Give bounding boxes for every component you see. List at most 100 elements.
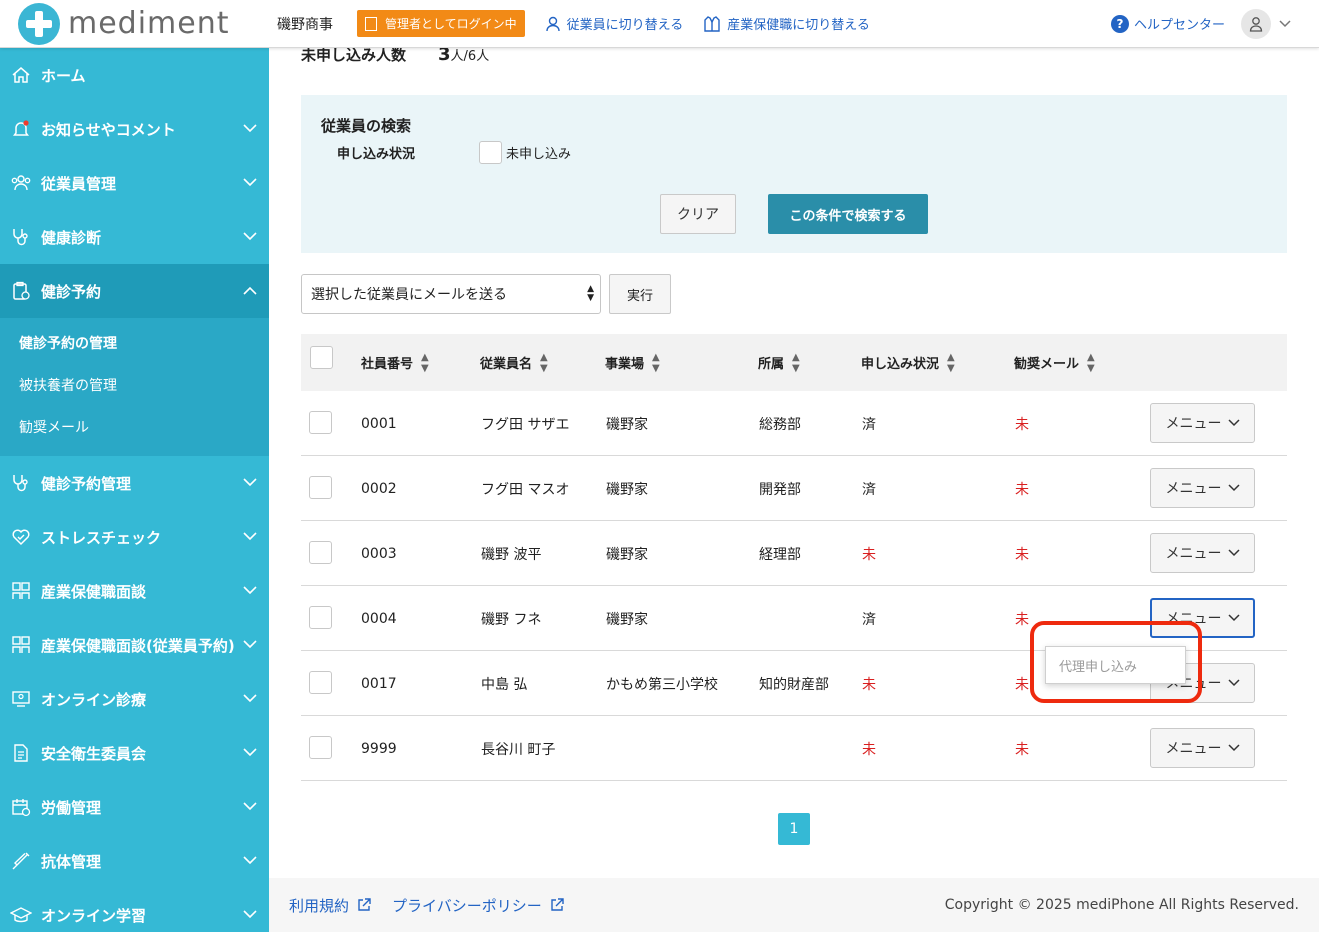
sidebar-subitem-reminder-mail[interactable]: 勧奨メール <box>0 406 269 448</box>
column-header-label: 従業員名 <box>480 357 533 372</box>
sidebar-item-health-checkup[interactable]: 健康診断 <box>0 210 269 264</box>
switch-to-employee-link[interactable]: 従業員に切り替える <box>545 14 684 33</box>
column-header-workplace[interactable]: 事業場 ▲ ▼ <box>605 334 660 391</box>
search-title: 従業員の検索 <box>321 117 412 135</box>
clear-button[interactable]: クリア <box>660 194 736 234</box>
column-header-label: 所属 <box>758 357 785 372</box>
user-menu-chevron-icon[interactable] <box>1279 19 1291 28</box>
sidebar-item-checkup-reservation[interactable]: 健診予約 <box>0 264 269 318</box>
cell-employee-name: 磯野 波平 <box>481 546 542 563</box>
menu-button-label: メニュー <box>1165 546 1222 562</box>
help-center-link[interactable]: ? ヘルプセンター <box>1110 14 1225 33</box>
switch-to-occupational-link[interactable]: 産業保健職に切り替える <box>703 14 870 33</box>
row-menu-button[interactable]: メニュー <box>1150 403 1255 443</box>
chevron-down-icon <box>243 640 257 649</box>
cell-application-status: 済 <box>862 481 876 498</box>
building-icon <box>365 16 377 31</box>
select-all-checkbox[interactable] <box>310 346 333 369</box>
cell-department: 開発部 <box>759 481 801 498</box>
chevron-down-icon <box>1227 679 1240 687</box>
sidebar-item-label: お知らせやコメント <box>41 120 176 139</box>
cell-department: 知的財産部 <box>759 676 829 693</box>
table-row: 9999 長谷川 町子 未 未 メニュー <box>301 716 1287 781</box>
sidebar-subitem-dependents[interactable]: 被扶養者の管理 <box>0 364 269 406</box>
menu-button-label: メニュー <box>1165 741 1222 757</box>
unapplied-checkbox[interactable] <box>479 141 502 164</box>
switch-employee-label: 従業員に切り替える <box>566 18 684 33</box>
sidebar-item-online-consultation[interactable]: オンライン診療 <box>0 672 269 726</box>
monitor-icon <box>10 688 32 710</box>
sidebar-item-labor-management[interactable]: 労働管理 <box>0 780 269 834</box>
chevron-down-icon <box>243 694 257 703</box>
column-header-employee-name[interactable]: 従業員名 ▲ ▼ <box>480 334 548 391</box>
row-menu-button[interactable]: メニュー <box>1150 533 1255 573</box>
sidebar-item-online-learning[interactable]: オンライン学習 <box>0 888 269 932</box>
chevron-down-icon <box>243 232 257 241</box>
stethoscope-icon <box>10 472 32 494</box>
row-menu-button[interactable]: メニュー <box>1150 468 1255 508</box>
sort-icon[interactable]: ▲ ▼ <box>421 352 429 374</box>
row-checkbox[interactable] <box>309 476 332 499</box>
unapplied-filter[interactable]: 未申し込み <box>479 141 571 164</box>
bulk-action-select[interactable]: 選択した従業員にメールを送る ▲ ▼ <box>301 274 601 314</box>
admin-login-badge: 管理者としてログイン中 <box>357 10 525 37</box>
sidebar-item-notifications[interactable]: お知らせやコメント <box>0 102 269 156</box>
column-header-application-status[interactable]: 申し込み状況 ▲ ▼ <box>861 334 955 391</box>
sort-icon[interactable]: ▲ ▼ <box>652 352 660 374</box>
sidebar-item-label: 健康診断 <box>41 228 102 247</box>
terms-link[interactable]: 利用規約 <box>289 895 371 916</box>
heart-icon <box>10 526 32 548</box>
sidebar-item-stress-check[interactable]: ストレスチェック <box>0 510 269 564</box>
cell-employee-number: 0017 <box>361 675 397 692</box>
cell-workplace: 磯野家 <box>606 611 648 628</box>
menu-button-label: メニュー <box>1165 481 1222 497</box>
user-avatar[interactable] <box>1241 8 1271 39</box>
column-header-employee-number[interactable]: 社員番号 ▲ ▼ <box>361 334 429 391</box>
cell-workplace: 磯野家 <box>606 481 648 498</box>
row-checkbox[interactable] <box>309 671 332 694</box>
row-checkbox[interactable] <box>309 411 332 434</box>
sidebar-item-safety-committee[interactable]: 安全衛生委員会 <box>0 726 269 780</box>
employee-table: 社員番号 ▲ ▼ 従業員名 ▲ ▼ 事業場 ▲ ▼ 所属 ▲ ▼ 申し込み状況 ▲ ▼ 勧奨メール ▲… <box>301 334 1287 781</box>
sidebar-item-label: 労働管理 <box>41 798 102 817</box>
sidebar-item-label: 健診予約 <box>41 282 102 301</box>
external-link-icon <box>551 898 564 911</box>
application-status-label: 申し込み状況 <box>337 147 416 162</box>
annotation-highlight <box>1030 621 1202 703</box>
row-menu-button[interactable]: メニュー <box>1150 728 1255 768</box>
row-checkbox[interactable] <box>309 606 332 629</box>
sidebar-item-reservation-admin[interactable]: 健診予約管理 <box>0 456 269 510</box>
sidebar-item-antibody-management[interactable]: 抗体管理 <box>0 834 269 888</box>
search-submit-button[interactable]: この条件で検索する <box>768 194 928 234</box>
sidebar-item-home[interactable]: ホーム <box>0 48 269 102</box>
cell-reminder-mail: 未 <box>1015 481 1029 498</box>
row-checkbox[interactable] <box>309 736 332 759</box>
chevron-down-icon <box>243 178 257 187</box>
sort-icon[interactable]: ▲ ▼ <box>947 352 955 374</box>
pagination-page-1[interactable]: 1 <box>778 813 810 845</box>
column-header-label: 勧奨メール <box>1014 357 1080 372</box>
cell-employee-name: フグ田 マスオ <box>481 481 570 498</box>
sidebar-item-employees[interactable]: 従業員管理 <box>0 156 269 210</box>
menu-button-label: メニュー <box>1165 416 1222 432</box>
table-row: 0002 フグ田 マスオ 磯野家 開発部 済 未 メニュー <box>301 456 1287 521</box>
table-row: 0003 磯野 波平 磯野家 経理部 未 未 メニュー <box>301 521 1287 586</box>
table-row: 0001 フグ田 サザエ 磯野家 総務部 済 未 メニュー <box>301 391 1287 456</box>
chevron-down-icon <box>1227 419 1240 427</box>
sidebar-subitem-reservation-management[interactable]: 健診予約の管理 <box>0 322 269 364</box>
row-checkbox[interactable] <box>309 541 332 564</box>
sidebar-item-occupational-interview-employee[interactable]: 産業保健職面談(従業員予約) <box>0 618 269 672</box>
sort-icon[interactable]: ▲ ▼ <box>1087 352 1095 374</box>
privacy-link[interactable]: プライバシーポリシー <box>392 895 564 916</box>
sort-icon[interactable]: ▲ ▼ <box>792 352 800 374</box>
external-link-icon <box>358 898 371 911</box>
execute-button[interactable]: 実行 <box>609 274 671 314</box>
logo[interactable]: mediment <box>0 2 266 45</box>
sidebar-item-occupational-interview[interactable]: 産業保健職面談 <box>0 564 269 618</box>
select-arrows-icon: ▲ ▼ <box>587 284 594 303</box>
column-header-reminder-mail[interactable]: 勧奨メール ▲ ▼ <box>1014 334 1095 391</box>
sort-icon[interactable]: ▲ ▼ <box>540 352 548 374</box>
cell-employee-name: 磯野 フネ <box>481 611 542 628</box>
cell-application-status: 未 <box>862 741 876 758</box>
column-header-department[interactable]: 所属 ▲ ▼ <box>758 334 800 391</box>
